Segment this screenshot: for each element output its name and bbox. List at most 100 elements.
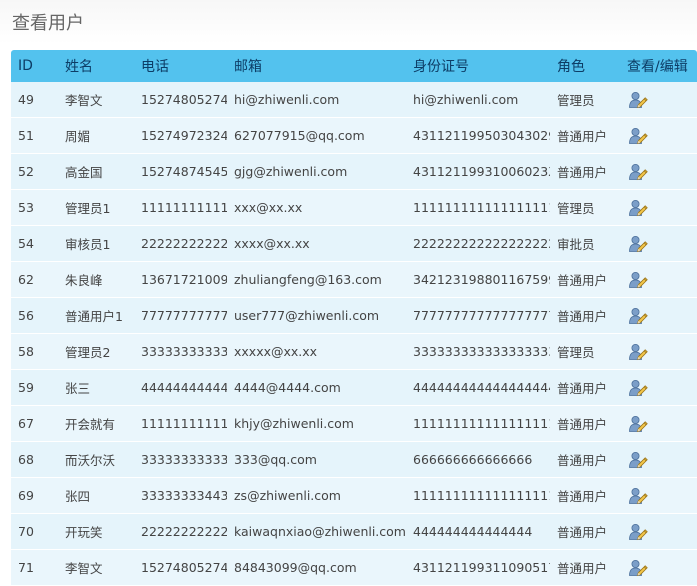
cell-idcard: 111111111111111111 — [406, 477, 550, 514]
cell-idcard: 111111111111111111 — [406, 189, 550, 226]
column-header-id: ID — [11, 50, 58, 82]
cell-phone: 22222222222 — [134, 225, 227, 262]
cell-id: 62 — [11, 261, 58, 298]
cell-name: 审核员1 — [58, 225, 134, 262]
cell-email: zs@zhiwenli.com — [227, 477, 406, 514]
cell-actions — [620, 261, 697, 298]
cell-id: 52 — [11, 153, 58, 190]
table-row: 58 管理员2 33333333333 xxxxx@xx.xx 33333333… — [11, 333, 697, 370]
cell-idcard: 431121199503043029 — [406, 117, 550, 154]
cell-id: 53 — [11, 189, 58, 226]
cell-name: 李智文 — [58, 549, 134, 586]
edit-icon[interactable] — [628, 414, 648, 434]
cell-role: 审批员 — [550, 225, 620, 262]
edit-icon[interactable] — [628, 234, 648, 254]
cell-email: xxx@xx.xx — [227, 189, 406, 226]
cell-phone: 15274874545 — [134, 153, 227, 190]
table-row: 53 管理员1 11111111111 xxx@xx.xx 1111111111… — [11, 189, 697, 226]
table-row: 49 李智文 15274805274 hi@zhiwenli.com hi@zh… — [11, 82, 697, 118]
table-row: 56 普通用户1 77777777777 user777@zhiwenli.co… — [11, 297, 697, 334]
cell-email: 4444@4444.com — [227, 369, 406, 406]
cell-idcard: 666666666666666 — [406, 441, 550, 478]
cell-email: khjy@zhiwenli.com — [227, 405, 406, 442]
cell-role: 普通用户 — [550, 405, 620, 442]
edit-icon[interactable] — [628, 162, 648, 182]
page-header: 查看用户 — [0, 0, 697, 44]
column-header-name: 姓名 — [58, 50, 134, 82]
cell-name: 开会就有 — [58, 405, 134, 442]
cell-name: 周媚 — [58, 117, 134, 154]
column-header-role: 角色 — [550, 50, 620, 82]
cell-name: 管理员1 — [58, 189, 134, 226]
cell-phone: 13671721009 — [134, 261, 227, 298]
cell-name: 高金国 — [58, 153, 134, 190]
cell-id: 59 — [11, 369, 58, 406]
edit-icon[interactable] — [628, 126, 648, 146]
cell-id: 68 — [11, 441, 58, 478]
edit-icon[interactable] — [628, 342, 648, 362]
cell-idcard: 333333333333333333 — [406, 333, 550, 370]
table-body: 49 李智文 15274805274 hi@zhiwenli.com hi@zh… — [11, 82, 697, 586]
table-row: 62 朱良峰 13671721009 zhuliangfeng@163.com … — [11, 261, 697, 298]
edit-icon[interactable] — [628, 378, 648, 398]
cell-actions — [620, 441, 697, 478]
table-row: 68 而沃尔沃 33333333333 333@qq.com 666666666… — [11, 441, 697, 478]
table-row: 67 开会就有 11111111111 khjy@zhiwenli.com 11… — [11, 405, 697, 442]
cell-name: 开玩笑 — [58, 513, 134, 550]
cell-phone: 33333333333 — [134, 333, 227, 370]
page-title: 查看用户 — [12, 13, 84, 34]
cell-phone: 77777777777 — [134, 297, 227, 334]
edit-icon[interactable] — [628, 558, 648, 578]
table-row: 54 审核员1 22222222222 xxxx@xx.xx 222222222… — [11, 225, 697, 262]
cell-role: 管理员 — [550, 189, 620, 226]
edit-icon[interactable] — [628, 486, 648, 506]
cell-actions — [620, 153, 697, 190]
cell-role: 管理员 — [550, 82, 620, 118]
users-table: ID 姓名 电话 邮箱 身份证号 角色 查看/编辑 49 李智文 1527480… — [11, 50, 697, 586]
column-header-view-edit: 查看/编辑 — [620, 50, 697, 82]
cell-email: user777@zhiwenli.com — [227, 297, 406, 334]
edit-icon[interactable] — [628, 306, 648, 326]
cell-email: 627077915@qq.com — [227, 117, 406, 154]
cell-id: 49 — [11, 82, 58, 118]
edit-icon[interactable] — [628, 522, 648, 542]
cell-email: xxxxx@xx.xx — [227, 333, 406, 370]
cell-email: 333@qq.com — [227, 441, 406, 478]
cell-role: 普通用户 — [550, 261, 620, 298]
cell-idcard: 444444444444444 — [406, 513, 550, 550]
edit-icon[interactable] — [628, 270, 648, 290]
table-row: 71 李智文 15274805274 84843099@qq.com 43112… — [11, 549, 697, 586]
cell-phone: 33333333333 — [134, 441, 227, 478]
cell-email: xxxx@xx.xx — [227, 225, 406, 262]
cell-idcard: 777777777777777777 — [406, 297, 550, 334]
cell-role: 普通用户 — [550, 117, 620, 154]
cell-idcard: hi@zhiwenli.com — [406, 82, 550, 118]
table-row: 69 张四 33333333443 zs@zhiwenli.com 111111… — [11, 477, 697, 514]
cell-phone: 15274972324 — [134, 117, 227, 154]
cell-email: 84843099@qq.com — [227, 549, 406, 586]
column-header-idcard: 身份证号 — [406, 50, 550, 82]
edit-icon[interactable] — [628, 198, 648, 218]
cell-name: 而沃尔沃 — [58, 441, 134, 478]
cell-id: 58 — [11, 333, 58, 370]
cell-idcard: 444444444444444444 — [406, 369, 550, 406]
cell-role: 管理员 — [550, 333, 620, 370]
cell-id: 67 — [11, 405, 58, 442]
table-row: 51 周媚 15274972324 627077915@qq.com 43112… — [11, 117, 697, 154]
cell-role: 普通用户 — [550, 297, 620, 334]
cell-idcard: 111111111111111111 — [406, 405, 550, 442]
edit-icon[interactable] — [628, 450, 648, 470]
cell-name: 张三 — [58, 369, 134, 406]
cell-role: 普通用户 — [550, 513, 620, 550]
cell-id: 56 — [11, 297, 58, 334]
cell-role: 普通用户 — [550, 153, 620, 190]
cell-role: 普通用户 — [550, 369, 620, 406]
edit-icon[interactable] — [628, 90, 648, 110]
cell-actions — [620, 405, 697, 442]
cell-actions — [620, 333, 697, 370]
cell-role: 普通用户 — [550, 441, 620, 478]
cell-name: 普通用户1 — [58, 297, 134, 334]
cell-role: 普通用户 — [550, 549, 620, 586]
cell-phone: 11111111111 — [134, 405, 227, 442]
cell-actions — [620, 297, 697, 334]
